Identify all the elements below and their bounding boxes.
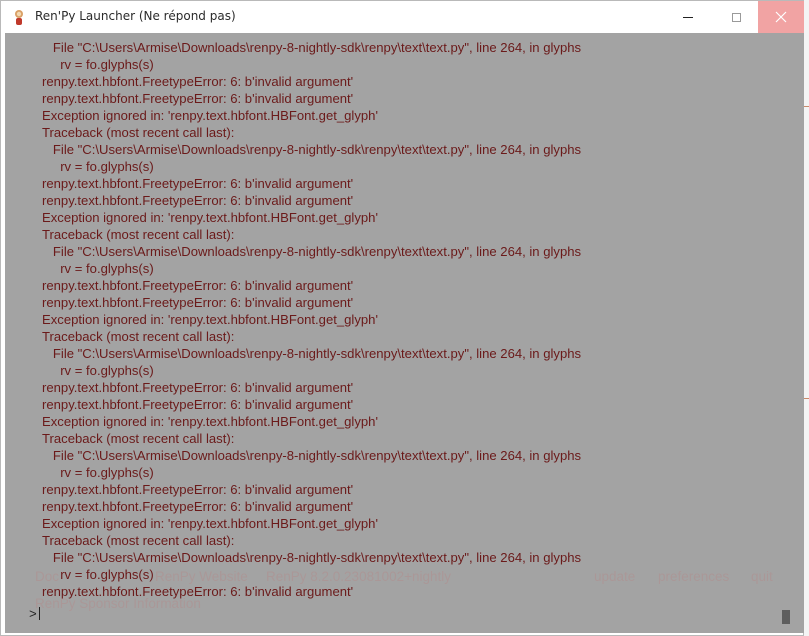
renpy-app-icon [15,10,23,25]
console-line: Traceback (most recent call last): [42,329,235,344]
console-line: File "C:\Users\Armise\Downloads\renpy-8-… [42,142,582,157]
launcher-window: Ren'Py Launcher (Ne répond pas) Doc RenP… [0,0,804,636]
console-line: renpy.text.hbfont.FreetypeError: 6: b'in… [42,91,354,106]
console-line: rv = fo.glyphs(s) [42,261,154,276]
console-line: renpy.text.hbfont.FreetypeError: 6: b'in… [42,193,354,208]
console-line: Traceback (most recent call last): [42,227,235,242]
console-line: File "C:\Users\Armise\Downloads\renpy-8-… [42,244,582,259]
minimize-icon [683,16,693,18]
console-line: File "C:\Users\Armise\Downloads\renpy-8-… [42,346,582,361]
console-line: renpy.text.hbfont.FreetypeError: 6: b'in… [42,380,354,395]
console-line: rv = fo.glyphs(s) [42,567,154,582]
console-line: Traceback (most recent call last): [42,125,235,140]
console-area[interactable]: Doc RenPy Website RenPy 8.2.0.23081002+n… [5,33,804,633]
close-icon [775,11,787,23]
console-line: renpy.text.hbfont.FreetypeError: 6: b'in… [42,295,354,310]
desktop-mark [804,398,809,399]
console-line: Traceback (most recent call last): [42,431,235,446]
console-line: renpy.text.hbfont.FreetypeError: 6: b'in… [42,74,354,89]
console-line: renpy.text.hbfont.FreetypeError: 6: b'in… [42,584,354,599]
console-line: renpy.text.hbfont.FreetypeError: 6: b'in… [42,176,354,191]
console-line: rv = fo.glyphs(s) [42,363,154,378]
close-button[interactable] [758,1,804,33]
console-line: rv = fo.glyphs(s) [42,465,154,480]
title-bar[interactable]: Ren'Py Launcher (Ne répond pas) [1,1,804,33]
console-line: Exception ignored in: 'renpy.text.hbfont… [42,414,378,429]
console-line: renpy.text.hbfont.FreetypeError: 6: b'in… [42,482,354,497]
console-line: rv = fo.glyphs(s) [42,57,154,72]
scrollbar-thumb[interactable] [782,610,790,624]
console-line: Exception ignored in: 'renpy.text.hbfont… [42,516,378,531]
console-line: renpy.text.hbfont.FreetypeError: 6: b'in… [42,499,354,514]
maximize-button[interactable] [713,1,759,33]
console-log: File "C:\Users\Armise\Downloads\renpy-8-… [5,39,775,600]
console-line: File "C:\Users\Armise\Downloads\renpy-8-… [42,40,582,55]
console-line: Exception ignored in: 'renpy.text.hbfont… [42,108,378,123]
console-line: renpy.text.hbfont.FreetypeError: 6: b'in… [42,397,354,412]
console-line: File "C:\Users\Armise\Downloads\renpy-8-… [42,448,582,463]
console-prompt[interactable]: > [29,607,40,622]
console-line: File "C:\Users\Armise\Downloads\renpy-8-… [42,550,582,565]
console-line: rv = fo.glyphs(s) [42,159,154,174]
console-line: Exception ignored in: 'renpy.text.hbfont… [42,312,378,327]
console-line: Exception ignored in: 'renpy.text.hbfont… [42,210,378,225]
console-line: renpy.text.hbfont.FreetypeError: 6: b'in… [42,278,354,293]
minimize-button[interactable] [665,1,711,33]
desktop-mark [804,106,809,107]
window-title: Ren'Py Launcher (Ne répond pas) [35,9,236,23]
desktop-background [804,0,809,636]
prompt-symbol: > [29,607,37,622]
console-line: Traceback (most recent call last): [42,533,235,548]
text-caret [38,607,40,620]
maximize-icon [731,12,741,22]
